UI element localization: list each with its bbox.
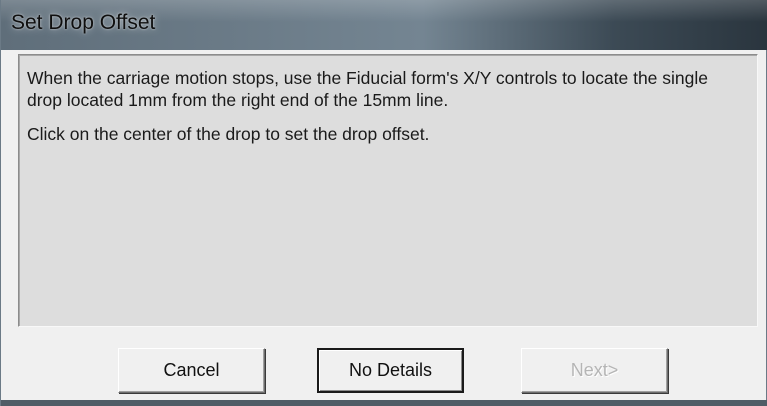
instructions-paragraph-1: When the carriage motion stops, use the … [27,68,708,110]
window-title: Set Drop Offset [11,11,156,34]
no-details-button[interactable]: No Details [317,348,464,393]
set-drop-offset-dialog: Set Drop Offset When the carriage motion… [0,0,767,406]
window-bottom-border [1,400,767,406]
next-button: Next> [521,348,668,393]
title-bar[interactable]: Set Drop Offset [1,0,767,50]
dialog-client-area: When the carriage motion stops, use the … [9,50,760,400]
instructions-panel: When the carriage motion stops, use the … [18,54,758,327]
cancel-button[interactable]: Cancel [118,348,265,393]
instructions-paragraph-2: Click on the center of the drop to set t… [27,124,430,144]
